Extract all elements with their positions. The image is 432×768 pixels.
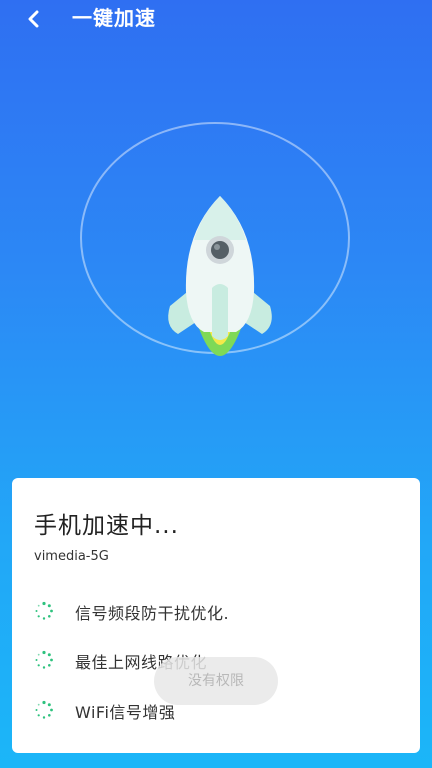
app-header: 一键加速 bbox=[0, 0, 432, 38]
toast-message: 没有权限 bbox=[154, 657, 278, 705]
item-label: 信号频段防干扰优化. bbox=[75, 604, 230, 623]
page-title: 一键加速 bbox=[72, 6, 156, 30]
loading-spinner-icon bbox=[35, 650, 53, 669]
card-title: 手机加速中... bbox=[34, 513, 179, 539]
loading-spinner-icon bbox=[35, 700, 53, 719]
acceleration-card: 手机加速中... vimedia-5G 信号频段防干扰优化. 最佳上网线路优化 bbox=[12, 478, 420, 753]
item-label: WiFi信号增强 bbox=[75, 703, 176, 722]
back-button[interactable] bbox=[20, 5, 48, 33]
loading-spinner-icon bbox=[35, 601, 53, 620]
chevron-left-icon bbox=[28, 10, 39, 28]
wifi-ssid: vimedia-5G bbox=[34, 549, 109, 564]
rocket-icon bbox=[168, 196, 272, 356]
list-item: 信号频段防干扰优化. bbox=[34, 599, 394, 623]
